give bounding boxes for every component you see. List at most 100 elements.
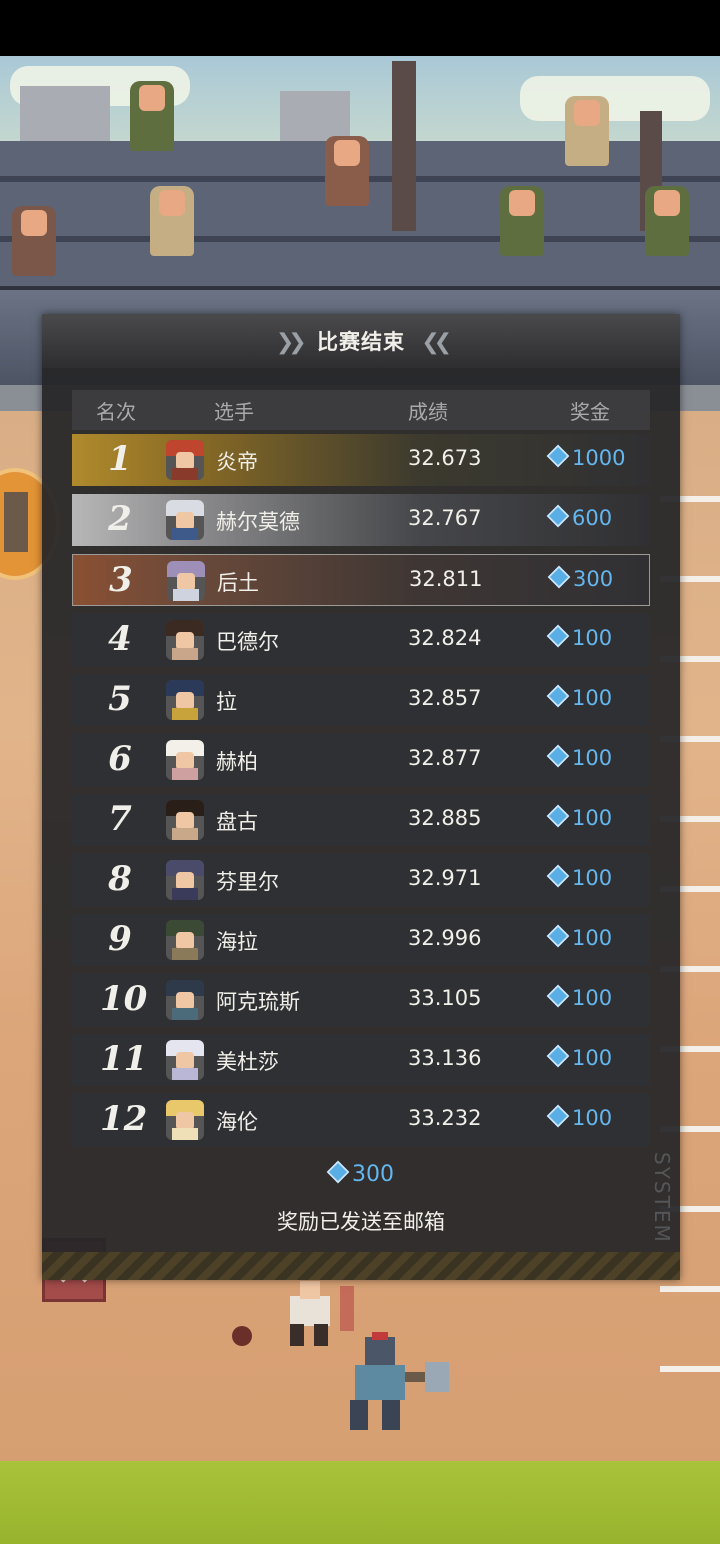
result-row: 5 拉 32.857 100 xyxy=(72,674,650,726)
result-row: 3 后土 32.811 300 xyxy=(72,554,650,606)
player-name: 后土 xyxy=(217,571,259,595)
spectator xyxy=(12,206,56,276)
panel-title: 比赛结束 xyxy=(317,330,405,354)
score-value: 32.857 xyxy=(408,686,482,710)
prize-amount: 100 xyxy=(572,926,613,950)
player-name: 盘古 xyxy=(216,810,258,834)
score-value: 33.105 xyxy=(408,986,482,1010)
avatar xyxy=(166,620,204,660)
score-value: 32.885 xyxy=(408,806,482,830)
rank-number: 3 xyxy=(109,560,133,600)
result-row: 1 炎帝 32.673 1000 xyxy=(72,434,650,486)
score-value: 32.996 xyxy=(408,926,482,950)
avatar xyxy=(167,561,205,601)
prize-value: 100 xyxy=(546,684,613,710)
prize-amount: 100 xyxy=(572,866,613,890)
panel-footer-stripes xyxy=(42,1252,680,1280)
avatar xyxy=(166,980,204,1020)
result-row: 10 阿克琉斯 33.105 100 xyxy=(72,974,650,1026)
diamond-gem-icon xyxy=(546,1104,570,1128)
rank-number: 12 xyxy=(100,1099,148,1139)
status-bar xyxy=(0,0,720,56)
spectator xyxy=(130,81,174,151)
result-row: 12 海伦 33.232 100 xyxy=(72,1094,650,1146)
mail-notice: 奖励已发送至邮箱 xyxy=(277,1210,445,1234)
prize-value: 300 xyxy=(547,565,614,591)
header-score: 成绩 xyxy=(408,400,448,424)
diamond-gem-icon xyxy=(546,504,570,528)
avatar xyxy=(166,500,204,540)
score-value: 32.824 xyxy=(408,626,482,650)
pillar xyxy=(392,61,416,231)
rank-number: 10 xyxy=(100,979,148,1019)
diamond-gem-icon xyxy=(546,804,570,828)
player-name: 海伦 xyxy=(216,1110,258,1134)
result-row: 4 巴德尔 32.824 100 xyxy=(72,614,650,666)
player-name: 阿克琉斯 xyxy=(216,990,300,1014)
prize-amount: 100 xyxy=(572,686,613,710)
header-rank: 名次 xyxy=(96,400,136,424)
result-row: 11 美杜莎 33.136 100 xyxy=(72,1034,650,1086)
result-row: 7 盘古 32.885 100 xyxy=(72,794,650,846)
score-value: 32.767 xyxy=(408,506,482,530)
avatar xyxy=(166,740,204,780)
rank-number: 1 xyxy=(108,439,132,479)
diamond-gem-icon xyxy=(547,565,571,589)
prize-value: 100 xyxy=(546,924,613,950)
diamond-gem-icon xyxy=(546,984,570,1008)
chevron-left-icon: ❮❮ xyxy=(421,330,452,355)
rank-number: 11 xyxy=(100,1039,148,1079)
rank-number: 4 xyxy=(108,619,132,659)
rank-number: 6 xyxy=(108,739,132,779)
prize-amount: 100 xyxy=(572,986,613,1010)
rank-number: 8 xyxy=(108,859,132,899)
prize-amount: 100 xyxy=(572,626,613,650)
avatar xyxy=(166,800,204,840)
avatar xyxy=(166,1040,204,1080)
railing xyxy=(0,236,720,242)
player-name: 赫柏 xyxy=(216,750,258,774)
avatar xyxy=(166,920,204,960)
diamond-gem-icon xyxy=(546,744,570,768)
prize-value: 600 xyxy=(546,504,613,530)
diamond-gem-icon xyxy=(546,924,570,948)
column-headers: 名次 选手 成绩 奖金 xyxy=(72,390,650,430)
rank-number: 2 xyxy=(108,499,132,539)
prize-value: 100 xyxy=(546,624,613,650)
player-name: 芬里尔 xyxy=(216,870,279,894)
building xyxy=(20,86,110,146)
result-row: 8 芬里尔 32.971 100 xyxy=(72,854,650,906)
panel-title-bar: ❯❯ 比赛结束 ❮❮ xyxy=(42,314,680,368)
avatar xyxy=(166,860,204,900)
diamond-gem-icon xyxy=(546,1044,570,1068)
rank-number: 7 xyxy=(108,799,132,839)
prize-amount: 100 xyxy=(572,1046,613,1070)
prize-amount: 100 xyxy=(572,1106,613,1130)
prize-amount: 100 xyxy=(572,746,613,770)
avatar xyxy=(166,1100,204,1140)
lane-line xyxy=(660,1286,720,1292)
player-name: 拉 xyxy=(216,690,237,714)
prize-amount: 1000 xyxy=(572,446,626,470)
score-value: 32.971 xyxy=(408,866,482,890)
spectator xyxy=(150,186,194,256)
system-label: SYSTEM xyxy=(650,1152,674,1244)
panel-title-wrap: ❯❯ 比赛结束 ❮❮ xyxy=(42,326,680,356)
diamond-gem-icon xyxy=(326,1160,350,1184)
prize-amount: 600 xyxy=(572,506,613,530)
player-name: 炎帝 xyxy=(216,450,258,474)
lane-line xyxy=(660,1366,720,1372)
total-reward: 300 xyxy=(42,1160,680,1187)
runner-sprite xyxy=(350,1332,449,1430)
header-player: 选手 xyxy=(214,400,254,424)
diamond-gem-icon xyxy=(546,684,570,708)
avatar xyxy=(166,680,204,720)
spectator xyxy=(645,186,689,256)
prize-value: 100 xyxy=(546,804,612,830)
prize-amount: 300 xyxy=(573,567,614,591)
prize-value: 100 xyxy=(546,984,613,1010)
grass xyxy=(0,1461,720,1544)
cloud xyxy=(520,76,710,121)
diamond-gem-icon xyxy=(546,624,570,648)
score-value: 32.811 xyxy=(409,567,483,591)
